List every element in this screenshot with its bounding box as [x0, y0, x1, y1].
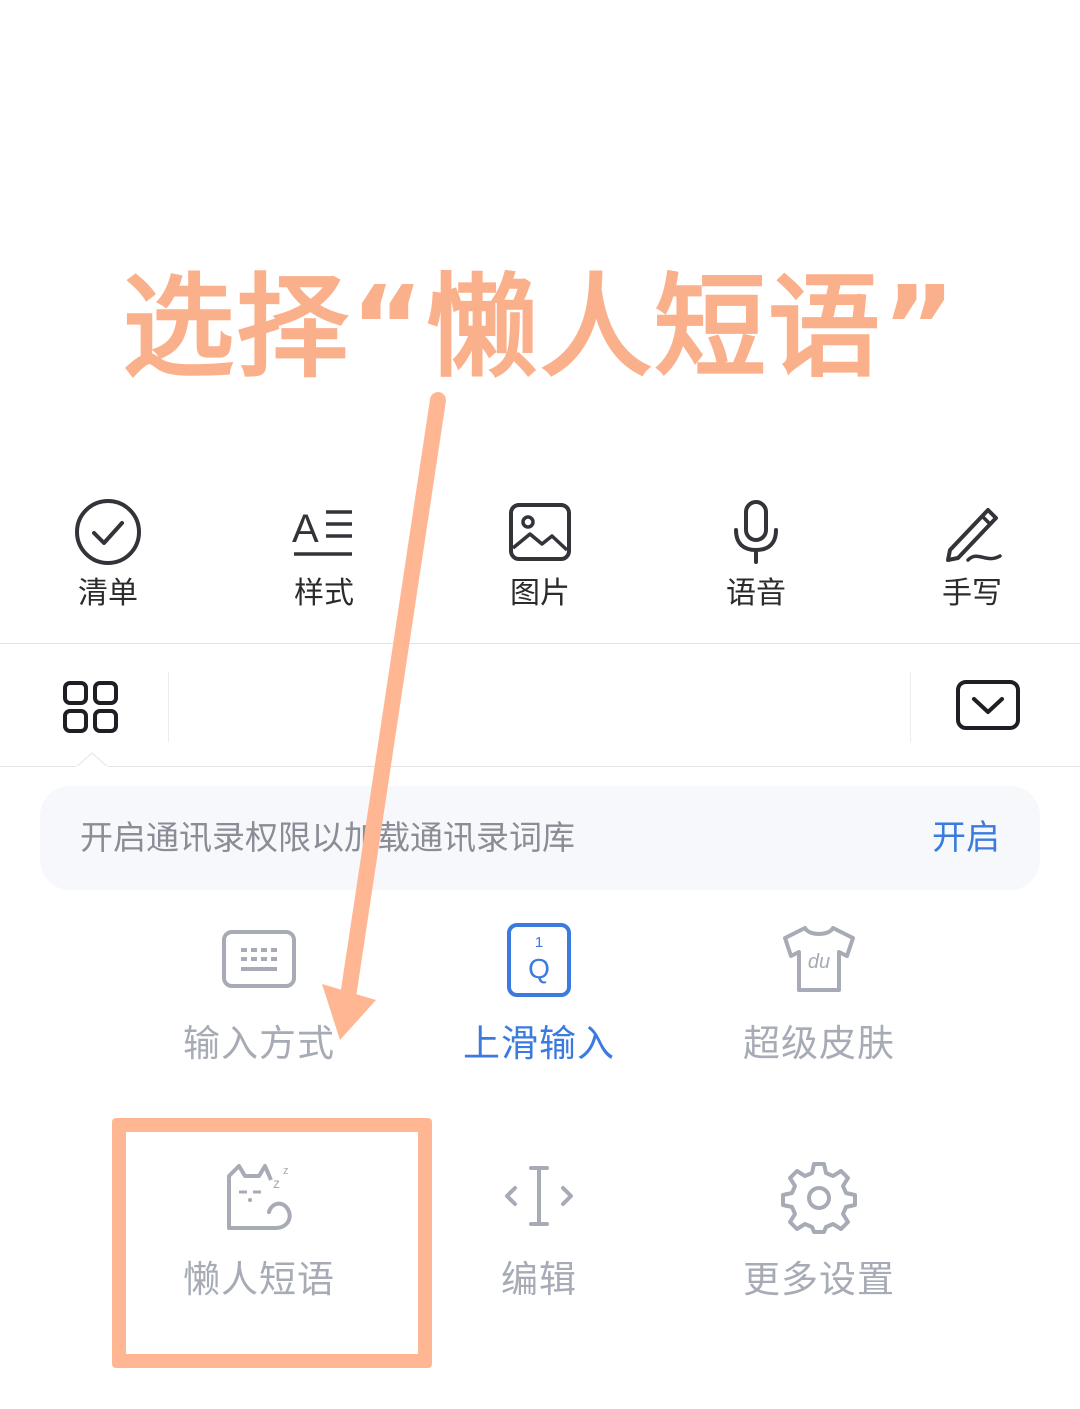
annotation-title: 选择“懒人短语” [122, 263, 958, 393]
svg-text:z: z [283, 1165, 289, 1177]
svg-text:Q: Q [528, 953, 550, 984]
svg-text:z: z [273, 1175, 280, 1191]
grid-item-super-skin[interactable]: du 超级皮肤 [699, 922, 939, 1066]
pen-icon [946, 508, 1002, 562]
grid-item-input-method[interactable]: 输入方式 [139, 922, 379, 1066]
svg-text:A: A [292, 507, 319, 551]
grid-label: 懒人短语 [183, 1258, 335, 1301]
grid-menu-button[interactable] [62, 680, 120, 734]
notice-text: 开启通讯录权限以加载通讯录词库 [80, 818, 575, 857]
svg-text:1: 1 [535, 934, 543, 951]
swipe-input-icon: 1 Q [507, 923, 571, 997]
toolbar-label: 语音 [726, 576, 786, 611]
toolbar-label: 图片 [510, 576, 570, 611]
grid-label: 超级皮肤 [743, 1022, 895, 1065]
toolbar-item-image[interactable]: 图片 [465, 498, 615, 618]
checklist-icon [75, 499, 141, 565]
pointer-caret-icon [76, 752, 108, 768]
toolbar-item-style[interactable]: A 样式 [249, 498, 399, 618]
sleepy-cat-icon: z z [227, 1164, 292, 1230]
toolbar-item-checklist[interactable]: 清单 [33, 498, 183, 618]
toolbar-item-handwriting[interactable]: 手写 [897, 498, 1047, 618]
collapse-keyboard-icon [956, 680, 1020, 730]
microphone-icon [734, 500, 778, 564]
grid-item-swipe-input[interactable]: 1 Q 上滑输入 [419, 922, 659, 1066]
collapse-keyboard-button[interactable] [956, 680, 1020, 732]
bar-divider-left [168, 672, 169, 742]
enable-button[interactable]: 开启 [932, 818, 1000, 858]
gear-icon [781, 1162, 857, 1234]
toolbar-label: 清单 [78, 576, 138, 611]
grid-label: 更多设置 [743, 1258, 895, 1301]
svg-text:du: du [808, 951, 830, 973]
grid-label: 编辑 [501, 1258, 577, 1301]
toolbar-divider [0, 643, 1080, 644]
bar-divider-right [910, 672, 911, 742]
image-icon [509, 503, 571, 561]
toolbar-item-voice[interactable]: 语音 [681, 498, 831, 618]
grid-item-more-settings[interactable]: 更多设置 [699, 1158, 939, 1302]
grid-item-edit[interactable]: 编辑 [419, 1158, 659, 1302]
bar-divider [0, 766, 1080, 767]
toolbar-label: 手写 [942, 576, 1002, 611]
grid-item-lazy-phrases[interactable]: z z 懒人短语 [139, 1158, 379, 1302]
permission-notice: 开启通讯录权限以加载通讯录词库 开启 [40, 786, 1040, 890]
text-style-icon: A [292, 507, 352, 556]
toolbar-label: 样式 [294, 576, 354, 611]
grid-label: 输入方式 [183, 1022, 335, 1065]
keyboard-icon [222, 930, 296, 988]
grid-label: 上滑输入 [463, 1022, 615, 1065]
text-cursor-icon [505, 1166, 573, 1226]
grid-menu-icon [63, 681, 118, 733]
skin-shirt-icon: du [783, 926, 855, 992]
